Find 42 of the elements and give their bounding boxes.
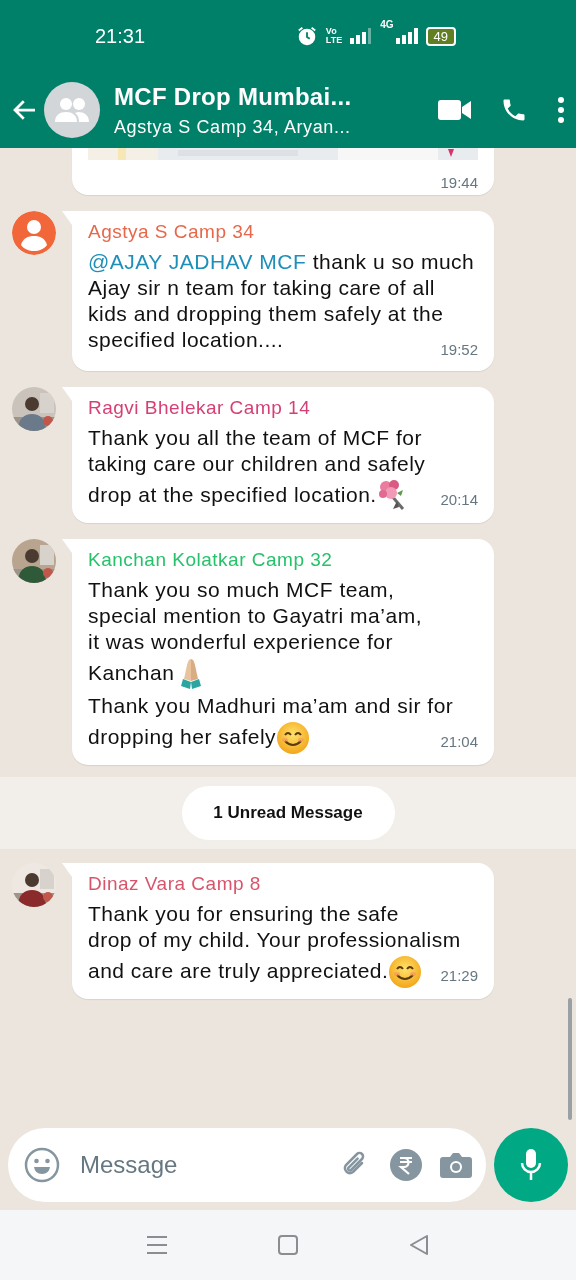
- message-time: 19:44: [440, 173, 478, 191]
- video-call-icon[interactable]: [438, 98, 472, 122]
- signal-icon: [395, 28, 418, 44]
- message-text: drop at the specified location.: [88, 482, 377, 506]
- emoji-icon[interactable]: [24, 1147, 60, 1183]
- sender-name[interactable]: Agstya S Camp 34: [88, 221, 478, 243]
- user-avatar-icon[interactable]: [12, 211, 56, 255]
- message-text: dropping her safely: [88, 724, 277, 748]
- message-text: specified location....: [88, 328, 284, 351]
- message-text: Thank you so much MCF team, special mention to Gayatri ma’am, it was wonderful experience for: [88, 577, 423, 655]
- mention-link[interactable]: @AJAY JADHAV MCF: [88, 250, 307, 273]
- clock-time: 21:31: [95, 24, 147, 48]
- network-label: LTE: [325, 36, 343, 45]
- message-time: 20:14: [440, 490, 478, 510]
- smiling-face-icon: [388, 955, 423, 989]
- message-time: 21:04: [440, 732, 478, 752]
- message-text: Kanchan: [88, 660, 175, 684]
- chat-members[interactable]: Agstya S Camp 34, Aryan...: [114, 116, 410, 138]
- people-icon: [54, 96, 90, 124]
- sender-name[interactable]: Ragvi Bhelekar Camp 14: [88, 397, 478, 419]
- message-time: 21:29: [440, 966, 478, 986]
- home-square-icon[interactable]: [278, 1235, 298, 1255]
- message-time: 19:52: [440, 340, 478, 360]
- scrollbar[interactable]: [568, 998, 572, 1120]
- rupee-icon[interactable]: [390, 1149, 422, 1181]
- network-label: 4G: [380, 19, 394, 30]
- menu-icon[interactable]: [146, 1234, 168, 1256]
- microphone-icon: [520, 1149, 542, 1181]
- signal-icon: [350, 28, 373, 44]
- sender-name[interactable]: Kanchan Kolatkar Camp 32: [88, 549, 478, 571]
- back-triangle-icon[interactable]: [408, 1234, 430, 1256]
- camera-icon[interactable]: [440, 1150, 472, 1180]
- message-text: Thank you Madhuri ma’am and sir for: [88, 693, 455, 719]
- smiling-face-icon: [276, 721, 311, 755]
- battery-level: 49: [425, 26, 456, 46]
- message-text: and care are truly appreciated.: [88, 958, 389, 982]
- unread-messages-label: 1 Unread Message: [181, 786, 395, 840]
- group-avatar[interactable]: [44, 82, 100, 138]
- chat-title[interactable]: MCF Drop Mumbai...: [114, 82, 410, 111]
- more-options-icon[interactable]: [556, 96, 566, 124]
- sender-name[interactable]: Dinaz Vara Camp 8: [88, 873, 478, 895]
- network-label: Vo: [325, 27, 338, 36]
